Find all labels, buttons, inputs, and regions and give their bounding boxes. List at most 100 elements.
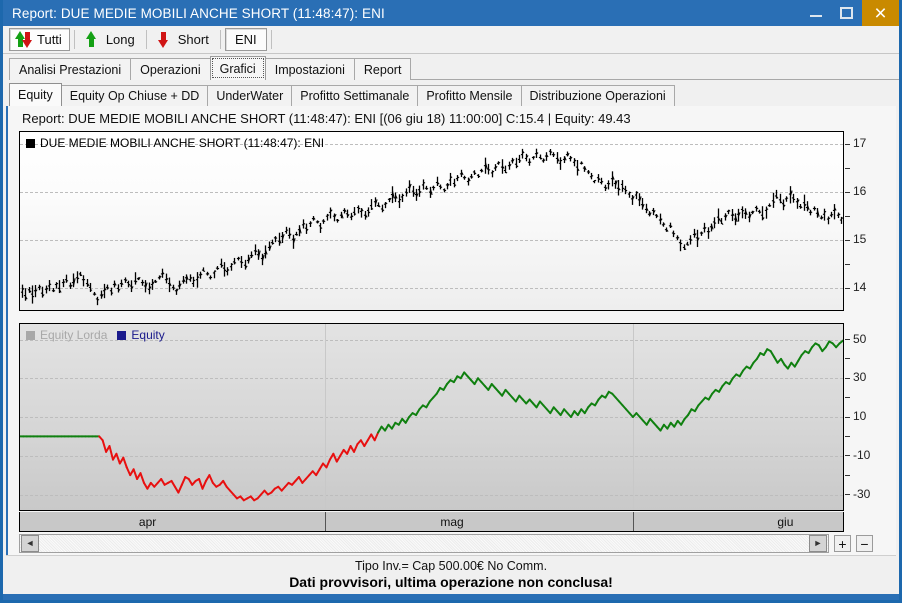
- legend-swatch-equity: [117, 330, 127, 340]
- tick-mark: [845, 167, 850, 169]
- tick-label: -30: [853, 486, 871, 501]
- tick-mark: [845, 435, 850, 437]
- toolbar: Tutti Long Short ENI: [3, 26, 899, 54]
- equity-chart-panel[interactable]: Equity Lorda Equity: [19, 323, 844, 511]
- filter-label-long: Long: [105, 32, 135, 47]
- subtab-equity[interactable]: Equity: [9, 83, 62, 106]
- arrow-up-green-icon: [82, 30, 101, 49]
- report-header-line: Report: DUE MEDIE MOBILI ANCHE SHORT (11…: [22, 111, 631, 126]
- x-axis-divider: [324, 512, 326, 531]
- tick-mark: [845, 416, 850, 418]
- legend-label-equity: Equity: [131, 328, 165, 342]
- tick-label: 16: [853, 184, 867, 199]
- tick-label: 14: [853, 280, 867, 295]
- subtab-equity-op-chiuse-dd[interactable]: Equity Op Chiuse + DD: [60, 85, 209, 106]
- tab-report[interactable]: Report: [353, 58, 412, 80]
- minimize-button[interactable]: [800, 0, 831, 26]
- toolbar-separator: [219, 30, 221, 49]
- subtab-profitto-mensile[interactable]: Profitto Mensile: [417, 85, 522, 106]
- x-axis-month-band: apr mag giu: [19, 512, 844, 532]
- tick-label: 10: [853, 409, 867, 423]
- price-chart-plot: [20, 148, 843, 306]
- tick-label: 17: [853, 136, 867, 151]
- toolbar-separator: [145, 30, 147, 49]
- tab-analisi-prestazioni[interactable]: Analisi Prestazioni: [9, 58, 132, 80]
- x-axis-label: apr: [138, 515, 157, 529]
- tick-mark: [845, 358, 850, 360]
- tab-operazioni[interactable]: Operazioni: [130, 58, 211, 80]
- tick-mark: [845, 377, 850, 379]
- tick-mark: [845, 474, 850, 476]
- status-line-warning: Dati provvisori, ultima operazione non c…: [289, 574, 613, 590]
- window-title: Report: DUE MEDIE MOBILI ANCHE SHORT (11…: [12, 5, 385, 21]
- status-bar: Tipo Inv.= Cap 500.00€ No Comm. Dati pro…: [6, 555, 896, 597]
- x-axis-label: mag: [440, 515, 464, 529]
- tick-label: 50: [853, 331, 867, 346]
- equity-chart-plot: [20, 339, 843, 502]
- main-tab-strip: Analisi Prestazioni Operazioni Grafici I…: [3, 54, 899, 80]
- zoom-in-button[interactable]: +: [834, 535, 851, 552]
- toolbar-separator: [73, 30, 75, 49]
- price-chart-legend: DUE MEDIE MOBILI ANCHE SHORT (11:48:47):…: [26, 136, 334, 150]
- tick-mark: [845, 191, 850, 193]
- legend-label-price: DUE MEDIE MOBILI ANCHE SHORT (11:48:47):…: [40, 136, 325, 150]
- filter-label-short: Short: [177, 32, 209, 47]
- legend-item-price: DUE MEDIE MOBILI ANCHE SHORT (11:48:47):…: [26, 136, 324, 150]
- tick-mark: [845, 215, 850, 217]
- x-axis-label: giu: [777, 515, 794, 529]
- zoom-out-button[interactable]: −: [856, 535, 873, 552]
- filter-button-long[interactable]: Long: [79, 28, 142, 51]
- symbol-button-eni[interactable]: ENI: [224, 28, 267, 51]
- subtab-distribuzione-operazioni[interactable]: Distribuzione Operazioni: [520, 85, 675, 106]
- arrow-down-red-icon: [154, 30, 173, 49]
- maximize-icon: [840, 7, 853, 19]
- x-axis-divider: [633, 512, 635, 531]
- chart-scroll-row: ◄ ► + −: [19, 534, 884, 553]
- charts-container: DUE MEDIE MOBILI ANCHE SHORT (11:48:47):…: [19, 131, 884, 532]
- title-bar: Report: DUE MEDIE MOBILI ANCHE SHORT (11…: [3, 0, 899, 26]
- equity-chart-legend: Equity Lorda Equity: [26, 328, 175, 342]
- tick-mark: [845, 263, 850, 265]
- price-chart-panel[interactable]: DUE MEDIE MOBILI ANCHE SHORT (11:48:47):…: [19, 131, 844, 311]
- legend-item-equity-lorda[interactable]: Equity Lorda: [26, 328, 107, 342]
- legend-swatch-price: [26, 138, 35, 148]
- application-window: Report: DUE MEDIE MOBILI ANCHE SHORT (11…: [0, 0, 902, 603]
- filter-button-short[interactable]: Short: [151, 28, 216, 51]
- status-line-investment: Tipo Inv.= Cap 500.00€ No Comm.: [354, 559, 548, 573]
- filter-label-tutti: Tutti: [37, 32, 62, 47]
- maximize-button[interactable]: [831, 0, 862, 26]
- tick-mark: [845, 339, 850, 340]
- tick-mark: [845, 143, 850, 145]
- scroll-left-button[interactable]: ◄: [21, 535, 39, 552]
- horizontal-scrollbar[interactable]: ◄ ►: [19, 534, 829, 553]
- toolbar-separator: [270, 30, 272, 49]
- tick-mark: [845, 287, 850, 289]
- tick-label: -10: [853, 447, 871, 462]
- legend-swatch-equity-lorda: [26, 330, 35, 340]
- window-bottom-strip: [3, 594, 899, 600]
- arrow-down-red-part: [18, 30, 33, 49]
- up-down-arrow-icon: [13, 30, 32, 49]
- equity-y-axis: -30 -10 10 30 50: [845, 323, 884, 511]
- legend-label-equity-lorda: Equity Lorda: [40, 328, 108, 342]
- tick-mark: [845, 455, 850, 457]
- tick-label: 30: [853, 370, 867, 385]
- tab-strip-filler: [410, 79, 899, 80]
- tick-mark: [845, 397, 850, 399]
- filter-button-tutti[interactable]: Tutti: [9, 28, 70, 51]
- subtab-profitto-settimanale[interactable]: Profitto Settimanale: [291, 85, 419, 106]
- tick-mark: [845, 239, 850, 241]
- subtab-underwater[interactable]: UnderWater: [207, 85, 293, 106]
- chart-content-panel: Report: DUE MEDIE MOBILI ANCHE SHORT (11…: [6, 106, 896, 555]
- tab-impostazioni[interactable]: Impostazioni: [264, 58, 355, 80]
- tick-mark: [845, 494, 850, 495]
- tick-label: 15: [853, 232, 867, 247]
- legend-item-equity[interactable]: Equity: [117, 328, 165, 342]
- close-button[interactable]: ×: [862, 0, 899, 26]
- close-icon: ×: [874, 1, 887, 25]
- scroll-right-button[interactable]: ►: [809, 535, 827, 552]
- tab-grafici[interactable]: Grafici: [209, 56, 266, 80]
- sub-tab-strip: Equity Equity Op Chiuse + DD UnderWater …: [3, 81, 899, 106]
- window-controls: ×: [800, 0, 899, 26]
- price-y-axis: 14 15 16 17: [845, 131, 884, 311]
